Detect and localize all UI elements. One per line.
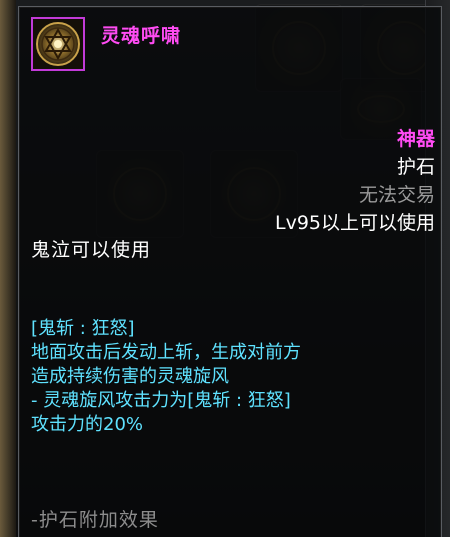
description-line: - 灵魂旋风攻击力为[鬼斩 : 狂怒]	[31, 390, 291, 411]
level-requirement: Lv95以上可以使用	[274, 212, 435, 234]
description-line: 地面攻击后发动上斩，生成对前方	[31, 342, 301, 363]
item-name: 灵魂呼啸	[101, 25, 182, 47]
description-line: [鬼斩 : 狂怒]	[31, 318, 135, 339]
item-tooltip: 灵魂呼啸 神器 护石 无法交易 Lv95以上可以使用 鬼泣可以使用 [鬼斩 : …	[18, 6, 442, 537]
hexagram-seal-icon	[31, 17, 85, 71]
class-requirement: 鬼泣可以使用	[31, 239, 152, 261]
background-side-strip	[0, 0, 16, 537]
item-description: [鬼斩 : 狂怒] 地面攻击后发动上斩，生成对前方 造成持续伤害的灵魂旋风 - …	[31, 317, 431, 437]
description-line: 攻击力的20%	[31, 414, 144, 435]
bonus-effect-title: -护石附加效果	[31, 509, 159, 531]
description-line: 造成持续伤害的灵魂旋风	[31, 366, 229, 387]
item-type: 护石	[396, 156, 435, 178]
item-rarity: 神器	[396, 128, 435, 150]
item-info-block: 神器 护石 无法交易 Lv95以上可以使用	[275, 125, 435, 237]
trade-status: 无法交易	[358, 184, 435, 206]
